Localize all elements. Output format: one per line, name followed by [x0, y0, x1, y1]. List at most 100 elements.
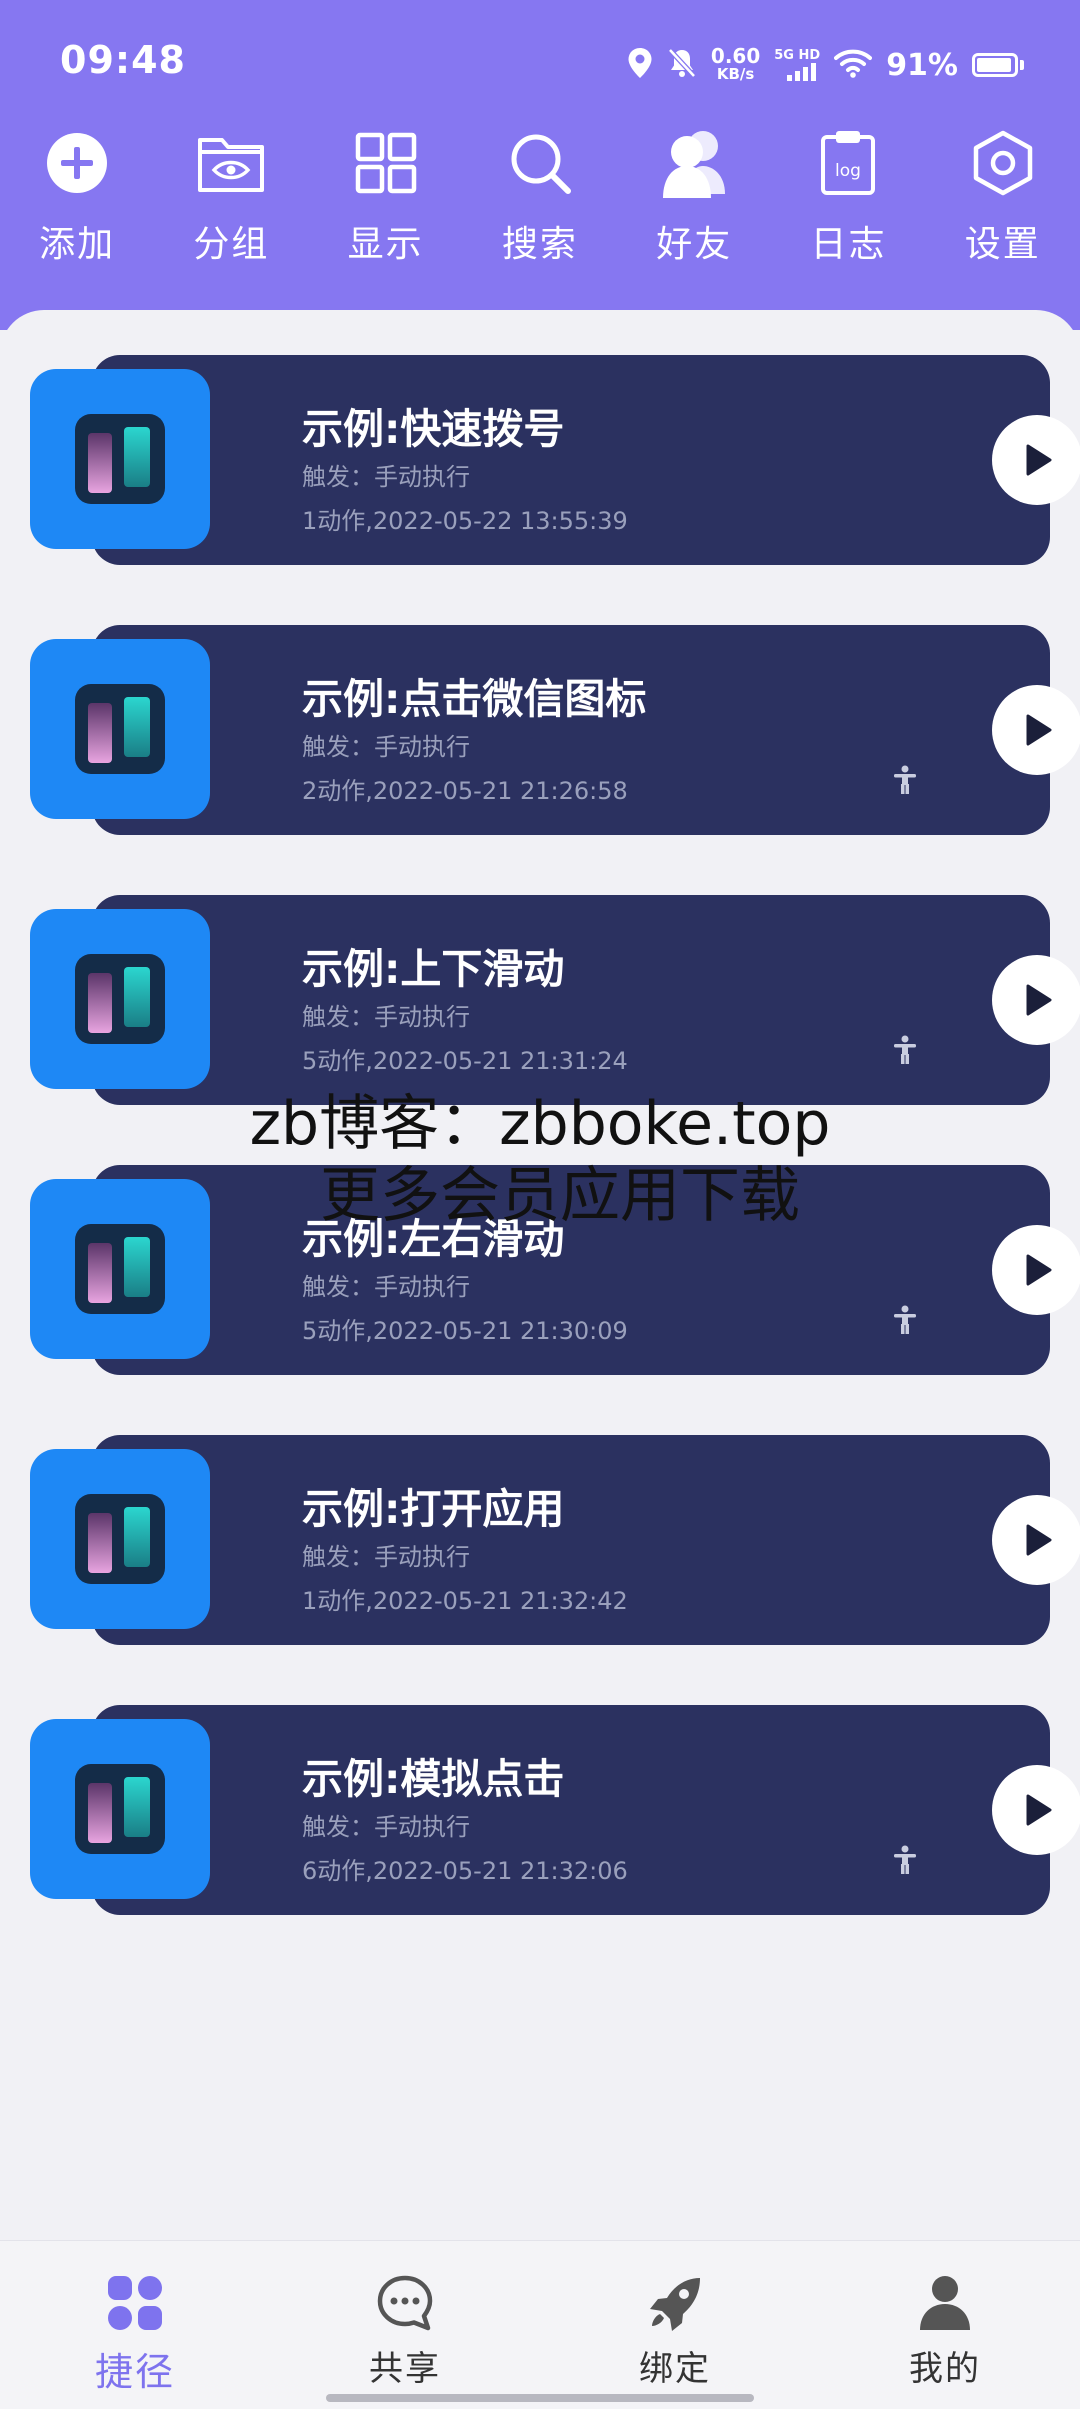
run-shortcut-button[interactable]	[992, 955, 1080, 1045]
net-speed-unit: KB/s	[716, 65, 755, 83]
toolbar-settings-label: 设置	[964, 224, 1041, 265]
shortcut-card-body[interactable]: 示例:上下滑动触发：手动执行 5动作,2022-05-21 21:31:24	[92, 895, 1080, 1105]
wifi-icon	[834, 48, 873, 82]
shortcut-meta: 5动作,2022-05-21 21:31:24	[302, 1047, 628, 1075]
app-glyph-icon	[75, 954, 165, 1044]
play-icon	[1026, 1254, 1052, 1286]
shortcut-card-body[interactable]: 示例:模拟点击触发：手动执行 6动作,2022-05-21 21:32:06	[92, 1705, 1080, 1915]
battery-percent: 91%	[886, 47, 958, 83]
toolbar-add-button[interactable]: 添加	[0, 125, 154, 285]
shortcut-meta: 1动作,2022-05-21 21:32:42	[302, 1587, 628, 1615]
shortcut-card-body[interactable]: 示例:左右滑动触发：手动执行 5动作,2022-05-21 21:30:09	[92, 1165, 1080, 1375]
shortcut-title: 示例:快速拨号	[302, 405, 565, 453]
run-shortcut-button[interactable]	[992, 1225, 1080, 1315]
shortcut-meta: 5动作,2022-05-21 21:30:09	[302, 1317, 628, 1345]
shortcut-app-icon[interactable]	[30, 639, 210, 819]
run-shortcut-button[interactable]	[992, 1765, 1080, 1855]
shortcut-trigger: 触发：手动执行	[302, 463, 470, 491]
accessibility-person-icon	[894, 765, 916, 794]
svg-text:log: log	[835, 161, 861, 181]
toolbar: 添加 分组 显示 搜索 好友 log 日志 设置	[0, 125, 1080, 285]
battery-icon	[972, 53, 1018, 77]
home-indicator	[326, 2394, 754, 2402]
nav-mine[interactable]: 我的	[810, 2241, 1080, 2409]
status-bar: 09:48 0.60 KB/s 5G HD 91%	[0, 0, 1080, 120]
shortcut-card-body[interactable]: 示例:打开应用触发：手动执行 1动作,2022-05-21 21:32:42	[92, 1435, 1080, 1645]
shortcut-meta: 6动作,2022-05-21 21:32:06	[302, 1857, 628, 1885]
nav-shortcuts[interactable]: 捷径	[0, 2241, 270, 2409]
header: 09:48 0.60 KB/s 5G HD 91% 添加 分组 显示 搜索 好友…	[0, 0, 1080, 330]
shortcut-app-icon[interactable]	[30, 909, 210, 1089]
folder-eye-icon	[193, 125, 269, 201]
run-shortcut-button[interactable]	[992, 1495, 1080, 1585]
status-time: 09:48	[60, 38, 186, 82]
shortcut-app-icon[interactable]	[30, 1449, 210, 1629]
toolbar-log-button[interactable]: log 日志	[771, 125, 925, 285]
user-icon	[913, 2271, 977, 2335]
bottom-nav: 捷径 共享 绑定 我的	[0, 2240, 1080, 2409]
toolbar-settings-button[interactable]: 设置	[926, 125, 1080, 285]
status-icons: 0.60 KB/s 5G HD 91%	[627, 40, 1024, 90]
shortcut-trigger: 触发：手动执行	[302, 1273, 470, 1301]
nav-shortcuts-label: 捷径	[94, 2350, 175, 2394]
toolbar-friends-label: 好友	[656, 224, 733, 265]
nav-share-label: 共享	[369, 2349, 441, 2389]
shortcut-title: 示例:左右滑动	[302, 1215, 565, 1263]
shortcut-card[interactable]: 示例:快速拨号触发：手动执行 1动作,2022-05-22 13:55:39	[30, 355, 1080, 565]
log-icon: log	[810, 125, 886, 201]
shortcut-trigger: 触发：手动执行	[302, 1813, 470, 1841]
shortcut-trigger: 触发：手动执行	[302, 733, 470, 761]
search-icon	[502, 125, 578, 201]
nav-share[interactable]: 共享	[270, 2241, 540, 2409]
shortcut-card-body[interactable]: 示例:点击微信图标 触发：手动执行 2动作,2022-05-21 21:26:58	[92, 625, 1080, 835]
toolbar-group-button[interactable]: 分组	[154, 125, 308, 285]
friends-icon	[656, 125, 732, 201]
shortcut-app-icon[interactable]	[30, 1179, 210, 1359]
play-icon	[1026, 1524, 1052, 1556]
net-speed: 0.60 KB/s	[710, 44, 761, 83]
signal-label: 5G HD	[774, 48, 821, 63]
settings-hex-icon	[965, 125, 1041, 201]
play-icon	[1026, 984, 1052, 1016]
shortcut-title: 示例:上下滑动	[302, 945, 565, 993]
shortcut-card[interactable]: 示例:打开应用触发：手动执行 1动作,2022-05-21 21:32:42	[30, 1435, 1080, 1645]
app-glyph-icon	[75, 1494, 165, 1584]
shortcuts-icon	[103, 2271, 167, 2335]
chat-bubble-icon	[373, 2271, 437, 2335]
shortcut-card-body[interactable]: 示例:快速拨号触发：手动执行 1动作,2022-05-22 13:55:39	[92, 355, 1080, 565]
shortcut-title: 示例:模拟点击	[302, 1755, 565, 1803]
shortcut-title: 示例:打开应用	[302, 1485, 565, 1533]
net-speed-value: 0.60	[710, 44, 761, 68]
rocket-icon	[643, 2271, 707, 2335]
grid-icon	[348, 125, 424, 201]
location-icon	[627, 47, 653, 83]
shortcut-trigger: 触发：手动执行	[302, 1003, 470, 1031]
play-icon	[1026, 444, 1052, 476]
run-shortcut-button[interactable]	[992, 685, 1080, 775]
shortcut-card[interactable]: 示例:上下滑动触发：手动执行 5动作,2022-05-21 21:31:24	[30, 895, 1080, 1105]
shortcut-meta: 1动作,2022-05-22 13:55:39	[302, 507, 628, 535]
shortcut-card[interactable]: 示例:点击微信图标 触发：手动执行 2动作,2022-05-21 21:26:58	[30, 625, 1080, 835]
nav-bind[interactable]: 绑定	[540, 2241, 810, 2409]
run-shortcut-button[interactable]	[992, 415, 1080, 505]
toolbar-display-button[interactable]: 显示	[309, 125, 463, 285]
shortcut-trigger: 触发：手动执行	[302, 1543, 470, 1571]
accessibility-person-icon	[894, 1035, 916, 1064]
shortcut-card[interactable]: 示例:左右滑动触发：手动执行 5动作,2022-05-21 21:30:09	[30, 1165, 1080, 1375]
shortcut-app-icon[interactable]	[30, 1719, 210, 1899]
add-circle-icon	[39, 125, 115, 201]
app-glyph-icon	[75, 684, 165, 774]
app-glyph-icon	[75, 414, 165, 504]
toolbar-add-label: 添加	[39, 224, 116, 265]
shortcut-card[interactable]: 示例:模拟点击触发：手动执行 6动作,2022-05-21 21:32:06	[30, 1705, 1080, 1915]
shortcut-title: 示例:点击微信图标	[302, 675, 647, 723]
nav-mine-label: 我的	[909, 2349, 981, 2389]
toolbar-display-label: 显示	[347, 224, 424, 265]
nav-bind-label: 绑定	[639, 2349, 711, 2389]
toolbar-search-button[interactable]: 搜索	[463, 125, 617, 285]
toolbar-group-label: 分组	[193, 224, 270, 265]
toolbar-friends-button[interactable]: 好友	[617, 125, 771, 285]
shortcut-app-icon[interactable]	[30, 369, 210, 549]
accessibility-person-icon	[894, 1845, 916, 1874]
play-icon	[1026, 714, 1052, 746]
